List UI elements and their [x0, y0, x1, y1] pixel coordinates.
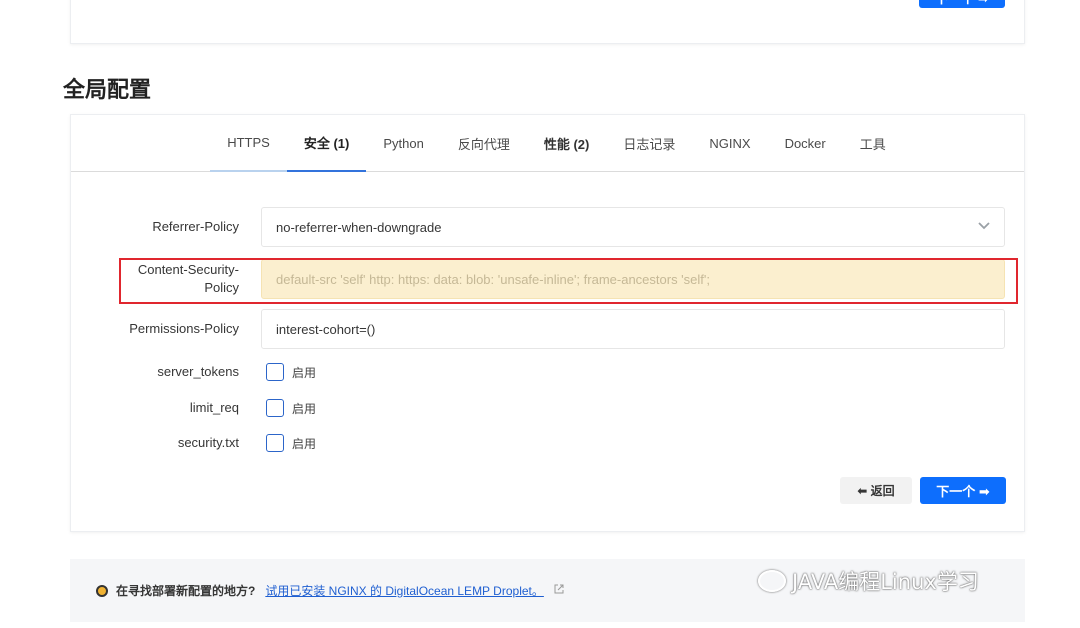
lemp-droplet-link[interactable]: 试用已安装 NGINX 的 DigitalOcean LEMP Droplet。 — [265, 582, 544, 599]
chevron-down-icon — [978, 221, 990, 233]
server-tokens-option: 启用 — [292, 365, 317, 380]
tab-tools[interactable]: 工具 — [843, 115, 903, 172]
tab-nginx[interactable]: NGINX — [692, 115, 767, 172]
previous-section-card: 下一个 ➡ — [70, 0, 1025, 44]
annotation-highlight-box — [119, 258, 1018, 304]
server-tokens-label: server_tokens — [157, 364, 239, 379]
security-txt-label: security.txt — [177, 435, 239, 450]
limit-req-checkbox[interactable] — [266, 399, 284, 417]
top-next-button[interactable]: 下一个 ➡ — [919, 0, 1005, 8]
watermark-text: JAVA编程Linux学习 — [792, 570, 979, 594]
section-title: 全局配置 — [63, 78, 152, 103]
tab-python[interactable]: Python — [366, 115, 440, 172]
limit-req-option: 启用 — [292, 401, 317, 416]
server-tokens-toggle[interactable]: 启用 — [266, 363, 316, 381]
global-config-card: HTTPS 安全 (1) Python 反向代理 性能 (2) 日志记录 NGI… — [70, 114, 1025, 532]
tab-docker[interactable]: Docker — [768, 115, 843, 172]
next-button[interactable]: 下一个 ➡ — [920, 477, 1006, 504]
tab-https[interactable]: HTTPS — [210, 115, 287, 172]
external-link-icon — [554, 584, 564, 597]
back-button[interactable]: ⬅ 返回 — [840, 477, 912, 504]
security-txt-checkbox[interactable] — [266, 434, 284, 452]
limit-req-label: limit_req — [189, 400, 239, 415]
tab-performance[interactable]: 性能 (2) — [527, 115, 607, 172]
referrer-policy-value: no-referrer-when-downgrade — [276, 219, 442, 235]
watermark: JAVA编程Linux学习 — [758, 566, 979, 596]
tab-logging[interactable]: 日志记录 — [606, 115, 692, 172]
wechat-icon — [758, 570, 786, 592]
security-txt-option: 启用 — [292, 436, 317, 451]
tab-security[interactable]: 安全 (1) — [286, 115, 367, 172]
permissions-policy-value: interest-cohort=() — [276, 321, 376, 337]
referrer-policy-select[interactable]: no-referrer-when-downgrade — [261, 207, 1005, 247]
deploy-question: 在寻找部署新配置的地方? — [116, 584, 256, 598]
permissions-policy-input[interactable]: interest-cohort=() — [261, 309, 1005, 349]
tab-reverse-proxy[interactable]: 反向代理 — [441, 115, 527, 172]
security-txt-toggle[interactable]: 启用 — [266, 434, 316, 452]
pointing-hand-icon — [96, 584, 108, 597]
permissions-policy-label: Permissions-Policy — [129, 321, 239, 336]
referrer-policy-label: Referrer-Policy — [152, 219, 239, 234]
tab-bar: HTTPS 安全 (1) Python 反向代理 性能 (2) 日志记录 NGI… — [71, 115, 1024, 172]
limit-req-toggle[interactable]: 启用 — [266, 399, 316, 417]
server-tokens-checkbox[interactable] — [266, 363, 284, 381]
